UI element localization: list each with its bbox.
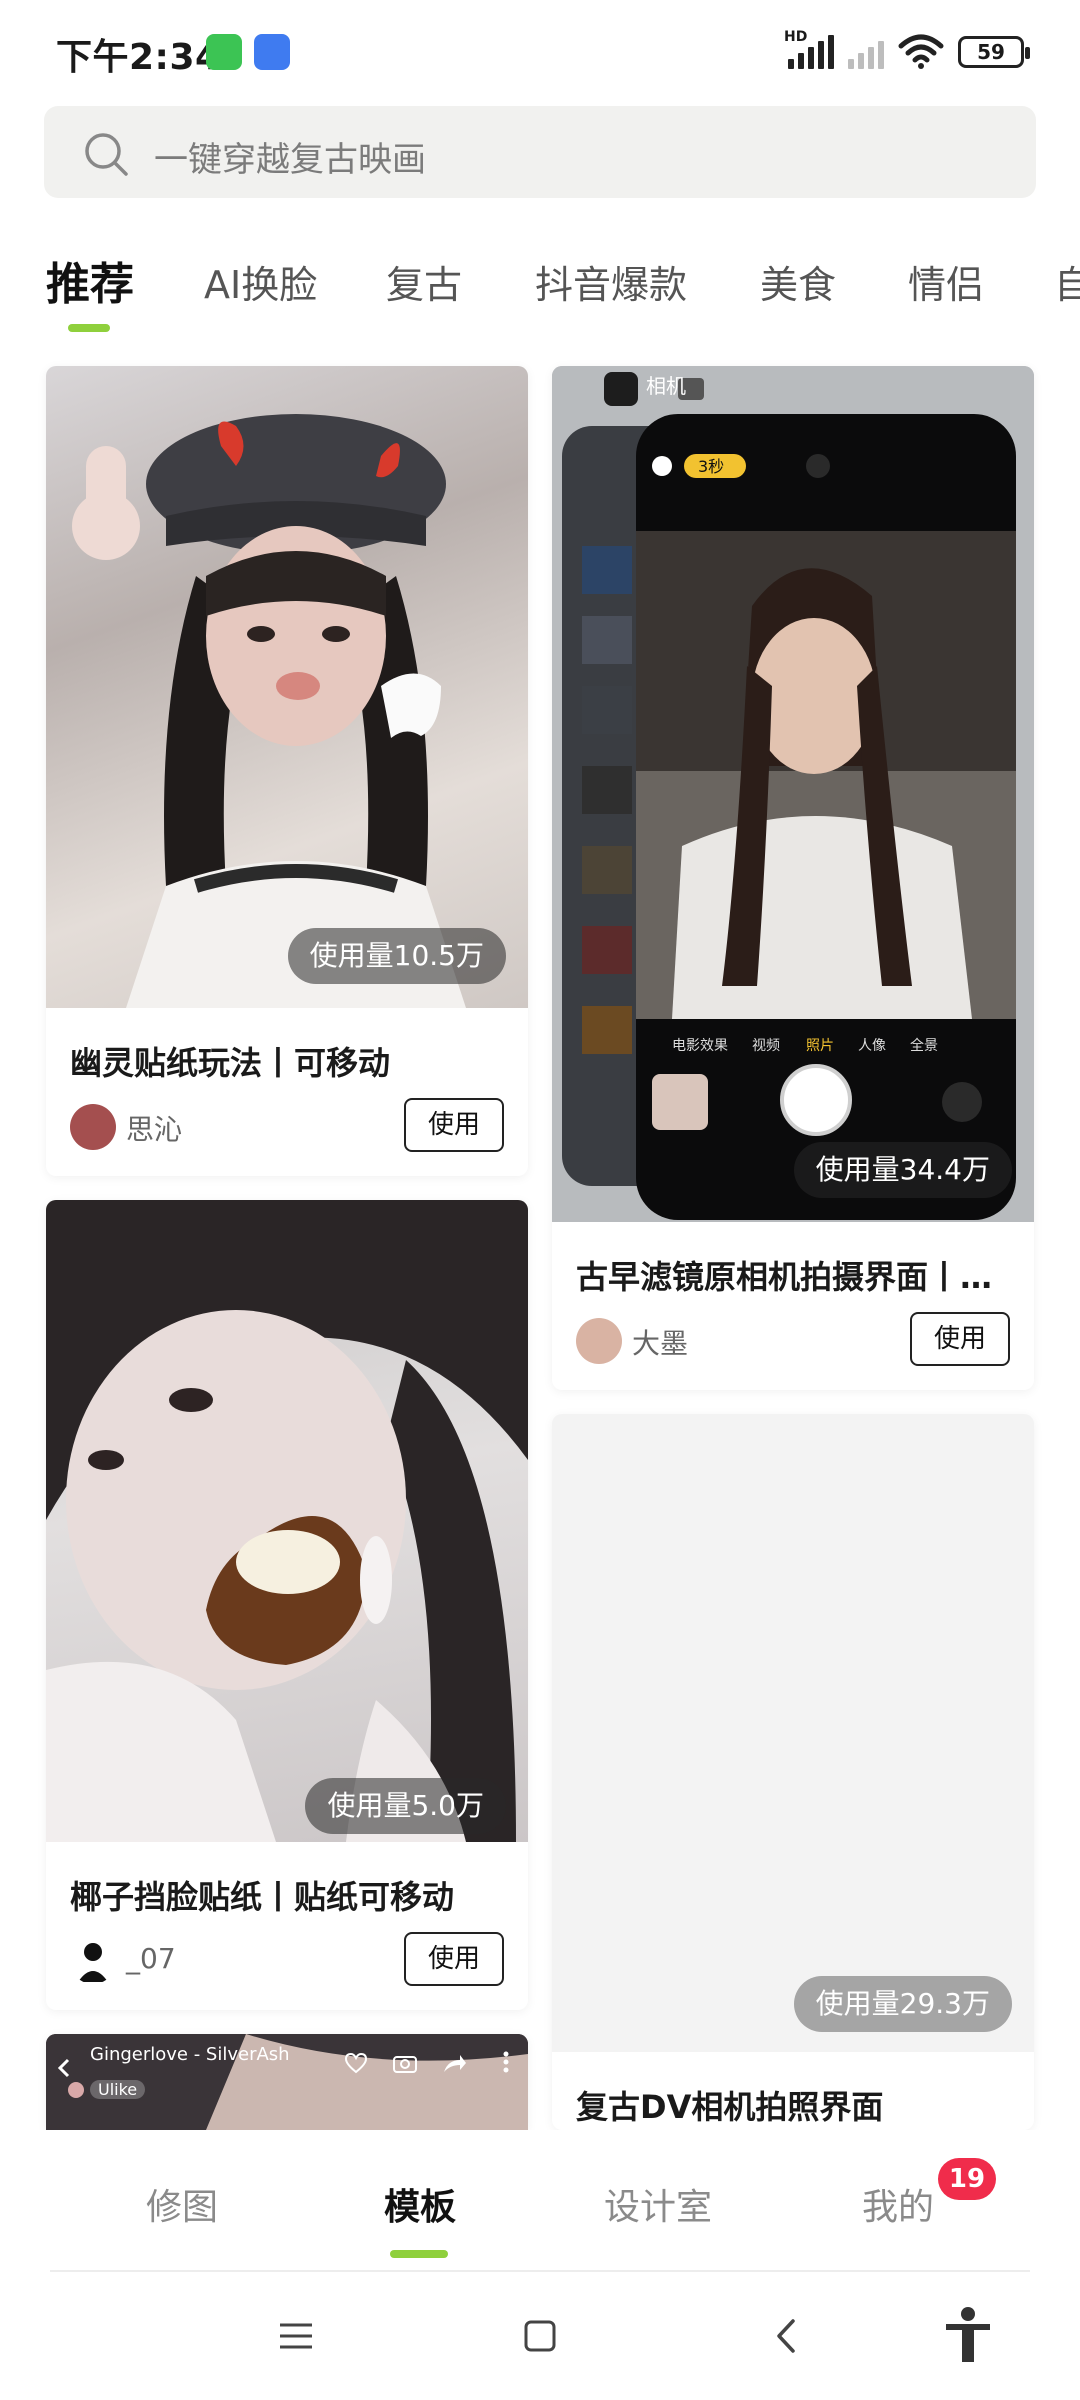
usage-count: 使用量29.3万 xyxy=(793,1976,1012,2032)
accessibility-icon xyxy=(946,2307,990,2362)
home-button[interactable] xyxy=(480,2272,600,2400)
notification-badge: 19 xyxy=(938,2158,996,2200)
bottom-navigation: 修图 模板 设计室 我的 xyxy=(0,2130,1080,2270)
nav-profile[interactable]: 我的 xyxy=(862,2178,934,2230)
notification-app-icon xyxy=(206,34,242,70)
search-placeholder: 一键穿越复古映画 xyxy=(154,140,426,180)
author-avatar xyxy=(70,1104,116,1150)
camera-app-label: 相机 xyxy=(646,374,686,398)
template-preview-image: 3秒 电影效果 视频 照片 人像 全景 xyxy=(552,366,1034,1222)
heart-icon[interactable] xyxy=(344,2052,368,2074)
template-card[interactable]: 3秒 电影效果 视频 照片 人像 全景 相机 使用量34.4万 古早滤镜原相机拍… xyxy=(552,366,1034,1390)
tab-douyin-hot[interactable]: 抖音爆款 xyxy=(535,254,687,309)
signal-icon: HD xyxy=(784,29,834,69)
usage-count: 使用量10.5万 xyxy=(287,928,506,984)
template-preview-image xyxy=(72,414,466,1008)
template-title: 古早滤镜原相机拍摄界面丨… xyxy=(576,1258,993,1296)
use-template-button[interactable]: 使用 xyxy=(404,1098,504,1152)
timer-label: 3秒 xyxy=(698,457,724,476)
song-title: Gingerlove - SilverAsh xyxy=(90,2044,290,2065)
template-thumbnail: 使用量29.3万 xyxy=(552,1414,1034,2052)
menu-button[interactable] xyxy=(236,2272,356,2400)
nav-templates[interactable]: 模板 xyxy=(384,2178,456,2230)
more-options-icon[interactable] xyxy=(502,2050,510,2074)
tab-more[interactable]: 自 xyxy=(1054,254,1080,309)
status-bar: 下午2:34 HD 59 xyxy=(0,0,1080,100)
author-avatar xyxy=(576,1318,622,1364)
accessibility-button[interactable] xyxy=(908,2272,1028,2400)
tab-retro[interactable]: 复古 xyxy=(386,254,462,309)
template-card[interactable]: 使用量5.0万 椰子挡脸贴纸丨贴纸可移动 _07 使用 xyxy=(46,1200,528,2010)
template-title: 椰子挡脸贴纸丨贴纸可移动 xyxy=(70,1878,455,1916)
author-name: 大墨 xyxy=(632,1327,689,1360)
system-navigation-bar xyxy=(0,2272,1080,2400)
camera-mode-photo: 照片 xyxy=(806,1038,834,1054)
template-preview-image xyxy=(46,1200,528,1842)
network-type-label: HD xyxy=(784,29,808,45)
search-icon xyxy=(85,133,128,176)
battery-icon: 59 xyxy=(958,36,1030,68)
camera-mode-video: 视频 xyxy=(752,1038,780,1054)
template-title: 复古DV相机拍照界面 xyxy=(576,2088,884,2126)
tab-indicator xyxy=(68,324,110,332)
template-card[interactable]: Gingerlove - SilverAsh Ulike xyxy=(46,2034,528,2130)
tab-recommend[interactable]: 推荐 xyxy=(46,248,134,312)
tab-couple[interactable]: 情侣 xyxy=(908,254,984,309)
nav-design-studio[interactable]: 设计室 xyxy=(604,2178,712,2230)
category-tabs: 推荐 AI换脸 复古 抖音爆款 美食 情侣 自 xyxy=(0,236,1080,336)
template-title: 幽灵贴纸玩法丨可移动 xyxy=(70,1044,391,1082)
status-time: 下午2:34 xyxy=(56,37,221,78)
nav-indicator xyxy=(390,2250,448,2258)
usage-count: 使用量5.0万 xyxy=(305,1778,506,1834)
avatar-silhouette-icon xyxy=(78,1943,108,1982)
author-name: 思沁 xyxy=(126,1113,183,1146)
usage-count: 使用量34.4万 xyxy=(793,1142,1012,1198)
camera-mode-portrait: 人像 xyxy=(858,1038,886,1054)
tab-food[interactable]: 美食 xyxy=(760,254,836,309)
menu-icon xyxy=(280,2323,312,2349)
template-card[interactable]: 使用量29.3万 复古DV相机拍照界面 xyxy=(552,1414,1034,2130)
song-tag: Ulike xyxy=(90,2080,146,2099)
signal-weak-icon xyxy=(848,35,884,69)
camera-mode-movie: 电影效果 xyxy=(672,1038,728,1054)
template-thumbnail: 3秒 电影效果 视频 照片 人像 全景 相机 使用量34.4万 xyxy=(552,366,1034,1222)
author-name: _07 xyxy=(126,1942,176,1975)
tab-ai-face-swap[interactable]: AI换脸 xyxy=(204,254,317,309)
home-icon xyxy=(524,2320,556,2352)
wifi-icon xyxy=(898,34,944,69)
search-bar[interactable]: 一键穿越复古映画 xyxy=(44,106,1036,198)
status-indicators: HD 59 xyxy=(784,29,1030,74)
camera-icon[interactable] xyxy=(392,2052,418,2074)
nav-edit-photo[interactable]: 修图 xyxy=(146,2178,218,2230)
template-card[interactable]: 使用量10.5万 幽灵贴纸玩法丨可移动 思沁 使用 xyxy=(46,366,528,1176)
use-template-button[interactable]: 使用 xyxy=(404,1932,504,1986)
author-avatar xyxy=(70,1938,116,1984)
template-thumbnail: 使用量5.0万 xyxy=(46,1200,528,1842)
back-icon xyxy=(777,2319,795,2353)
camera-mode-panorama: 全景 xyxy=(910,1037,938,1054)
back-button[interactable] xyxy=(726,2272,846,2400)
notification-app-icon xyxy=(254,34,290,70)
use-template-button[interactable]: 使用 xyxy=(910,1312,1010,1366)
template-thumbnail: 使用量10.5万 xyxy=(46,366,528,1008)
share-icon[interactable] xyxy=(442,2052,468,2074)
